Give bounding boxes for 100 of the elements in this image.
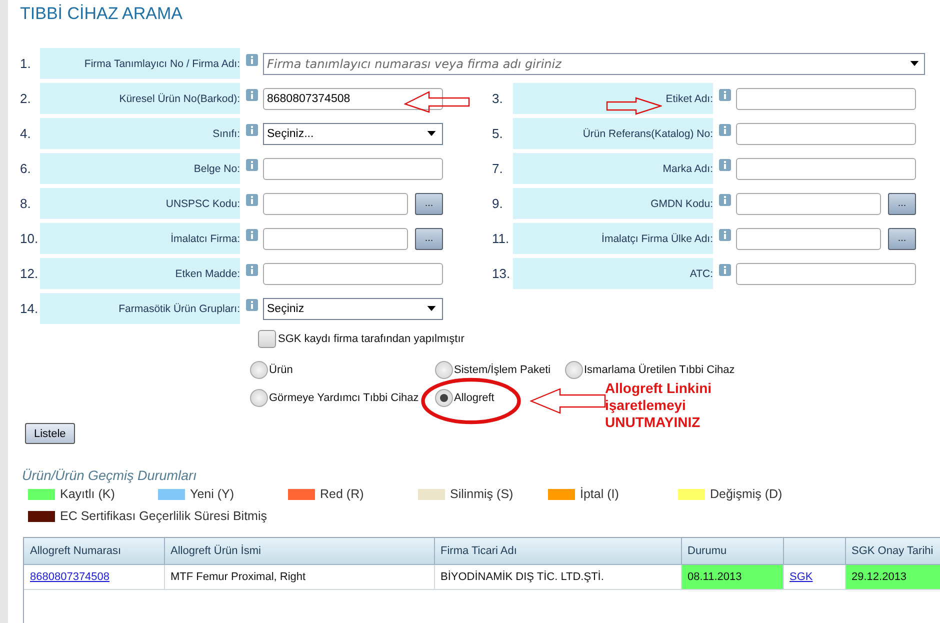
- field-label: GMDN Kodu:: [513, 188, 713, 219]
- row-number: 7.: [492, 161, 504, 176]
- info-icon[interactable]: [246, 54, 258, 66]
- radio-button[interactable]: [250, 389, 268, 407]
- list-button[interactable]: Listele: [25, 423, 75, 444]
- radio-button[interactable]: [250, 361, 268, 379]
- legend-label: EC Sertifikası Geçerlilik Süresi Bitmiş: [60, 509, 267, 523]
- field-label: Etiket Adı:: [513, 83, 713, 114]
- table-cell: BİYODİNAMİK DIŞ TİC. LTD.ŞTİ.: [434, 564, 681, 589]
- row-number: 11.: [492, 231, 510, 246]
- caret-icon: [910, 60, 919, 66]
- arrow-icon: [530, 388, 606, 414]
- row-number: 3.: [492, 91, 504, 106]
- caret-icon: [427, 306, 436, 311]
- field-label: Küresel Ürün No(Barkod):: [40, 83, 240, 114]
- table-cell: MTF Femur Proximal, Right: [164, 564, 434, 589]
- info-icon[interactable]: [246, 229, 258, 241]
- status-cell: 29.12.2013: [845, 564, 940, 589]
- select-field[interactable]: Seçiniz...: [263, 122, 443, 144]
- row-number: 8.: [20, 196, 32, 211]
- lookup-button[interactable]: ...: [888, 228, 916, 250]
- radio-button[interactable]: [565, 361, 583, 379]
- info-icon[interactable]: [246, 159, 258, 171]
- info-icon[interactable]: [246, 124, 258, 136]
- row-number: 4.: [20, 126, 32, 141]
- input-field[interactable]: [736, 192, 881, 214]
- info-icon[interactable]: [246, 194, 258, 206]
- legend-label: Kayıtlı (K): [60, 487, 115, 501]
- row-number: 14.: [20, 301, 40, 316]
- field-label: UNSPSC Kodu:: [40, 188, 240, 219]
- field-label: Etken Madde:: [40, 258, 240, 289]
- field-label: Firma Tanımlayıcı No / Firma Adı:: [40, 48, 240, 79]
- row-number: 6.: [20, 161, 32, 176]
- input-field[interactable]: [263, 262, 443, 284]
- field-label: İmalatçı Firma Ülke Adı:: [513, 223, 713, 254]
- input-field[interactable]: [263, 192, 408, 214]
- field-label: İmalatcı Firma:: [40, 223, 240, 254]
- table-link[interactable]: 8680807374508: [30, 570, 110, 582]
- select-field[interactable]: Seçiniz: [263, 298, 443, 320]
- field-label: Sınıfı:: [40, 118, 240, 149]
- status-cell: 08.11.2013: [681, 564, 783, 589]
- info-icon[interactable]: [246, 299, 258, 311]
- info-icon[interactable]: [719, 264, 731, 276]
- lookup-button[interactable]: ...: [415, 228, 443, 250]
- row-number: 12.: [20, 266, 40, 281]
- legend-label: Yeni (Y): [190, 487, 234, 501]
- radio-label: Sistem/İşlem Paketi: [454, 364, 551, 376]
- checkbox[interactable]: [258, 330, 276, 348]
- arrow-icon: [606, 97, 662, 115]
- legend-label: Red (R): [320, 487, 364, 501]
- field-label: Belge No:: [40, 153, 240, 184]
- radio-label: Ismarlama Üretilen Tıbbi Cihaz: [584, 364, 735, 376]
- page-title: TIBBİ CİHAZ ARAMA: [20, 4, 184, 25]
- column-header: SGK Onay Tarihi: [845, 538, 940, 564]
- input-field[interactable]: [736, 88, 916, 110]
- input-field[interactable]: [736, 158, 916, 180]
- input-field[interactable]: [263, 158, 443, 180]
- info-icon[interactable]: [719, 229, 731, 241]
- info-icon[interactable]: [719, 89, 731, 101]
- info-icon[interactable]: [246, 89, 258, 101]
- radio-button[interactable]: [435, 361, 453, 379]
- caret-icon: [427, 131, 436, 136]
- column-header: Durumu: [681, 538, 783, 564]
- field-label: Farmasötik Ürün Grupları:: [40, 293, 240, 324]
- legend-label: İptal (I): [580, 487, 619, 501]
- column-header: Allogreft Ürün İsmi: [164, 538, 434, 564]
- annotation-text: Allogreft Linkini işaretlemeyi UNUTMAYINIZ: [605, 380, 712, 431]
- input-field[interactable]: [736, 122, 916, 144]
- info-icon[interactable]: [719, 194, 731, 206]
- row-number: 13.: [492, 266, 512, 281]
- info-icon[interactable]: [719, 124, 731, 136]
- radio-label: Ürün: [269, 364, 293, 376]
- column-header: [783, 538, 845, 564]
- table-link[interactable]: SGK: [790, 570, 813, 582]
- row-number: 9.: [492, 196, 504, 211]
- lookup-button[interactable]: ...: [888, 192, 916, 214]
- row-number: 1.: [20, 56, 32, 71]
- row-number: 10.: [20, 231, 40, 246]
- input-field[interactable]: [736, 228, 881, 250]
- radio-label: Görmeye Yardımcı Tıbbi Cihaz: [269, 392, 419, 404]
- input-field[interactable]: 8680807374508: [263, 88, 443, 110]
- row-number: 5.: [492, 126, 504, 141]
- info-icon[interactable]: [719, 159, 731, 171]
- arrow-icon: [404, 91, 470, 113]
- legend-title: Ürün/Ürün Geçmiş Durumları: [22, 468, 198, 483]
- input-field[interactable]: [263, 228, 408, 250]
- field-label: Ürün Referans(Katalog) No:: [513, 118, 713, 149]
- lookup-button[interactable]: ...: [415, 192, 443, 214]
- input-field[interactable]: [736, 262, 916, 284]
- legend-label: Değişmiş (D): [710, 487, 782, 501]
- checkbox-label: SGK kaydı firma tarafından yapılmıştır: [278, 333, 464, 345]
- legend-label: Silinmiş (S): [450, 487, 514, 501]
- field-label: ATC:: [513, 258, 713, 289]
- field-label: Marka Adı:: [513, 153, 713, 184]
- column-header: Firma Ticari Adı: [434, 538, 681, 564]
- radio-label: Allogreft: [454, 392, 494, 404]
- row-number: 2.: [20, 91, 32, 106]
- company-combo-field[interactable]: Firma tanımlayıcı numarası veya firma adı giriniz: [263, 52, 925, 74]
- radio-button[interactable]: [435, 389, 453, 407]
- info-icon[interactable]: [246, 264, 258, 276]
